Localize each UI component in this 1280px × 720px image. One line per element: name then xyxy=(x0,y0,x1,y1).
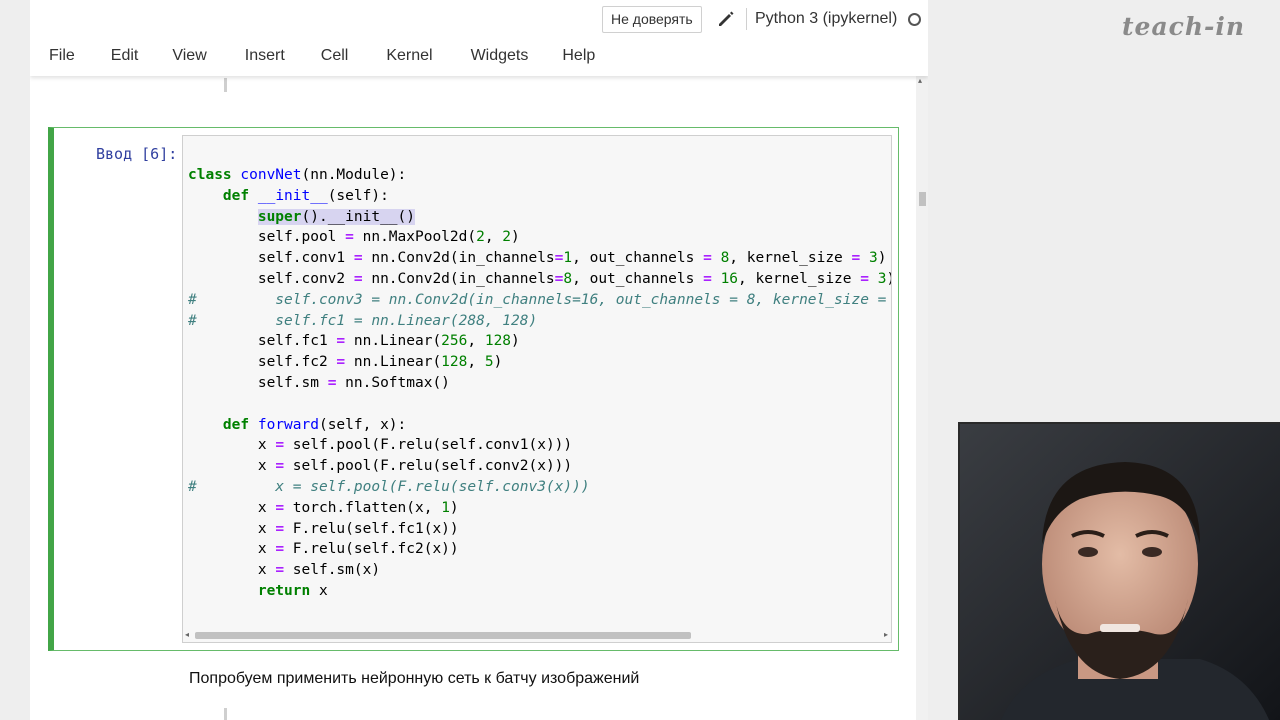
horizontal-scrollbar[interactable]: ◂ ▸ xyxy=(183,628,891,642)
horizontal-scroll-thumb[interactable] xyxy=(195,632,691,639)
next-cell-edge xyxy=(224,708,227,720)
code-editor[interactable]: class convNet(nn.Module): def __init__(s… xyxy=(182,135,892,643)
menu-help[interactable]: Help xyxy=(551,44,606,68)
markdown-cell-text: Попробуем применить нейронную сеть к бат… xyxy=(189,670,640,687)
kernel-name[interactable]: Python 3 (ipykernel) xyxy=(755,10,897,28)
menu-cell[interactable]: Cell xyxy=(310,44,360,68)
scroll-up-icon[interactable]: ▴ xyxy=(918,76,922,85)
presenter-video-icon xyxy=(960,424,1280,720)
kernel-idle-icon xyxy=(908,13,921,26)
menu-insert[interactable]: Insert xyxy=(234,44,296,68)
menu-file[interactable]: File xyxy=(38,44,86,68)
code-text[interactable]: class convNet(nn.Module): def __init__(s… xyxy=(188,165,891,602)
scroll-right-icon[interactable]: ▸ xyxy=(884,630,888,639)
notebook-header: Не доверять Python 3 (ipykernel) File Ed… xyxy=(30,0,928,76)
webcam-overlay xyxy=(958,422,1280,720)
cell-prompt: Ввод [6]: xyxy=(96,145,178,163)
vertical-scroll-thumb[interactable] xyxy=(919,192,926,206)
previous-cell-edge xyxy=(224,78,227,92)
pencil-icon[interactable] xyxy=(716,9,736,29)
header-separator xyxy=(746,8,747,30)
scroll-left-icon[interactable]: ◂ xyxy=(185,630,189,639)
menu-edit[interactable]: Edit xyxy=(100,44,150,68)
menu-kernel[interactable]: Kernel xyxy=(375,44,443,68)
watermark-logo: teach-in xyxy=(1122,12,1246,41)
menu-widgets[interactable]: Widgets xyxy=(460,44,540,68)
code-cell[interactable]: Ввод [6]: class convNet(nn.Module): def … xyxy=(48,127,899,651)
menubar: File Edit View Insert Cell Kernel Widget… xyxy=(38,44,606,68)
trust-button[interactable]: Не доверять xyxy=(602,6,702,33)
vertical-scrollbar[interactable]: ▴ xyxy=(916,76,928,720)
menu-view[interactable]: View xyxy=(161,44,217,68)
notebook-page: Не доверять Python 3 (ipykernel) File Ed… xyxy=(30,0,928,720)
